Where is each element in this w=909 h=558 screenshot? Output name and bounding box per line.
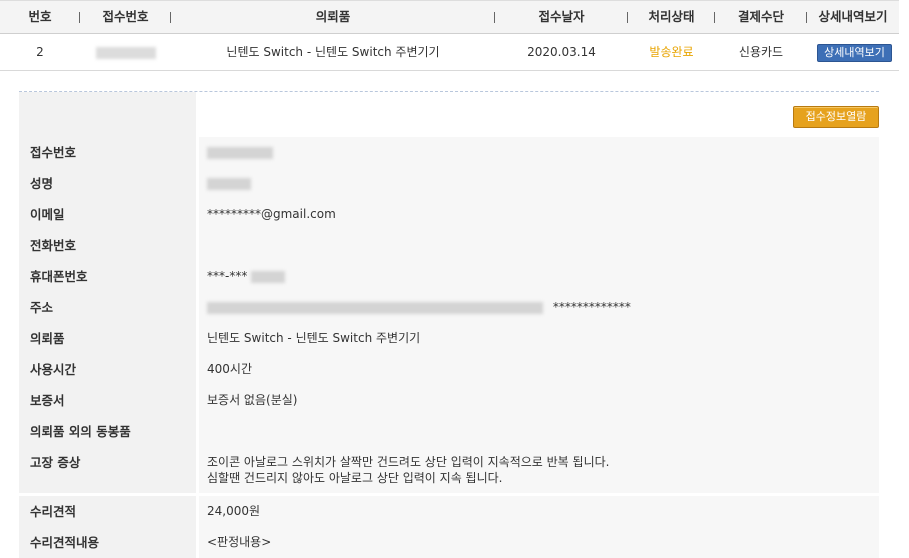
row-payment: 신용카드	[738, 45, 784, 59]
field-symptom: 고장 증상 조이콘 아날로그 스위치가 살짝만 건드려도 상단 입력이 지속적으…	[19, 447, 879, 493]
field-value	[199, 230, 879, 261]
field-receipt-number: 접수번호	[19, 137, 879, 168]
header-status: 처리상태	[648, 9, 695, 24]
symptom-line: 심할땐 건드리지 않아도 아날로그 상단 입력이 지속 됩니다.	[207, 471, 503, 485]
open-receipt-info-button[interactable]: 접수정보열람	[793, 106, 879, 128]
redacted-text	[207, 177, 251, 190]
field-label: 주소	[19, 292, 196, 323]
field-repair-estimate: 수리견적 24,000원	[19, 496, 879, 527]
field-value: *************	[199, 292, 879, 323]
address-masked: *************	[552, 300, 631, 314]
field-value	[199, 137, 879, 168]
row-receipt-number	[80, 34, 171, 70]
row-number: 2	[36, 45, 44, 59]
field-label: 수리견적내용	[19, 527, 196, 558]
header-receipt-number: 접수번호	[102, 9, 149, 24]
field-label: 의뢰품	[19, 323, 196, 354]
header-payment: 결제수단	[737, 9, 784, 24]
field-label: 보증서	[19, 385, 196, 416]
redacted-text	[251, 270, 286, 283]
symptom-line: 조이콘 아날로그 스위치가 살짝만 건드려도 상단 입력이 지속적으로 반복 됩…	[207, 455, 610, 469]
field-phone: 전화번호	[19, 230, 879, 261]
field-label: 휴대폰번호	[19, 261, 196, 292]
field-label: 전화번호	[19, 230, 196, 261]
redacted-text	[207, 301, 543, 314]
field-value	[199, 168, 879, 199]
header-item: 의뢰품	[315, 9, 351, 24]
field-label: 수리견적	[19, 496, 196, 527]
field-label: 이메일	[19, 199, 196, 230]
field-item: 의뢰품 닌텐도 Switch - 닌텐도 Switch 주변기기	[19, 323, 879, 354]
redacted-text	[95, 46, 156, 59]
field-label: 접수번호	[19, 137, 196, 168]
field-label: 성명	[19, 168, 196, 199]
field-mobile: 휴대폰번호 ***-***	[19, 261, 879, 292]
field-warranty: 보증서 보증서 없음(분실)	[19, 385, 879, 416]
field-enclosed-items: 의뢰품 외의 동봉품	[19, 416, 879, 447]
header-number: 번호	[28, 9, 52, 24]
header-date: 접수날자	[538, 9, 585, 24]
row-date: 2020.03.14	[527, 45, 596, 59]
mobile-value: ***-***	[207, 269, 248, 283]
field-value: *********@gmail.com	[199, 199, 879, 230]
field-value: 닌텐도 Switch - 닌텐도 Switch 주변기기	[199, 323, 879, 354]
detail-panel: 접수정보열람 접수번호 성명 이메일 *********@gmail.com 전…	[19, 91, 879, 558]
field-label: 사용시간	[19, 354, 196, 385]
field-name: 성명	[19, 168, 879, 199]
field-estimate-content: 수리견적내용 <판정내용>	[19, 527, 879, 558]
header-detail: 상세내역보기	[818, 9, 888, 24]
field-email: 이메일 *********@gmail.com	[19, 199, 879, 230]
field-usage-time: 사용시간 400시간	[19, 354, 879, 385]
panel-left-spacer	[19, 92, 196, 137]
field-label: 의뢰품 외의 동봉품	[19, 416, 196, 447]
row-item: 닌텐도 Switch - 닌텐도 Switch 주변기기	[226, 45, 440, 59]
table-header: 번호 접수번호 의뢰품 접수날자 처리상태 결제수단 상세내역보기	[0, 0, 899, 34]
field-value: ***-***	[199, 261, 879, 292]
field-label: 고장 증상	[19, 447, 196, 493]
field-value: <판정내용>	[199, 527, 879, 558]
detail-view-button[interactable]: 상세내역보기	[817, 44, 892, 62]
redacted-text	[207, 146, 273, 159]
field-value: 조이콘 아날로그 스위치가 살짝만 건드려도 상단 입력이 지속적으로 반복 됩…	[199, 447, 879, 493]
table-row: 2 닌텐도 Switch - 닌텐도 Switch 주변기기 2020.03.1…	[0, 34, 899, 71]
field-value: 400시간	[199, 354, 879, 385]
field-value	[199, 416, 879, 447]
row-status: 발송완료	[649, 45, 694, 59]
field-address: 주소 *************	[19, 292, 879, 323]
field-value: 보증서 없음(분실)	[199, 385, 879, 416]
field-value: 24,000원	[199, 496, 879, 527]
